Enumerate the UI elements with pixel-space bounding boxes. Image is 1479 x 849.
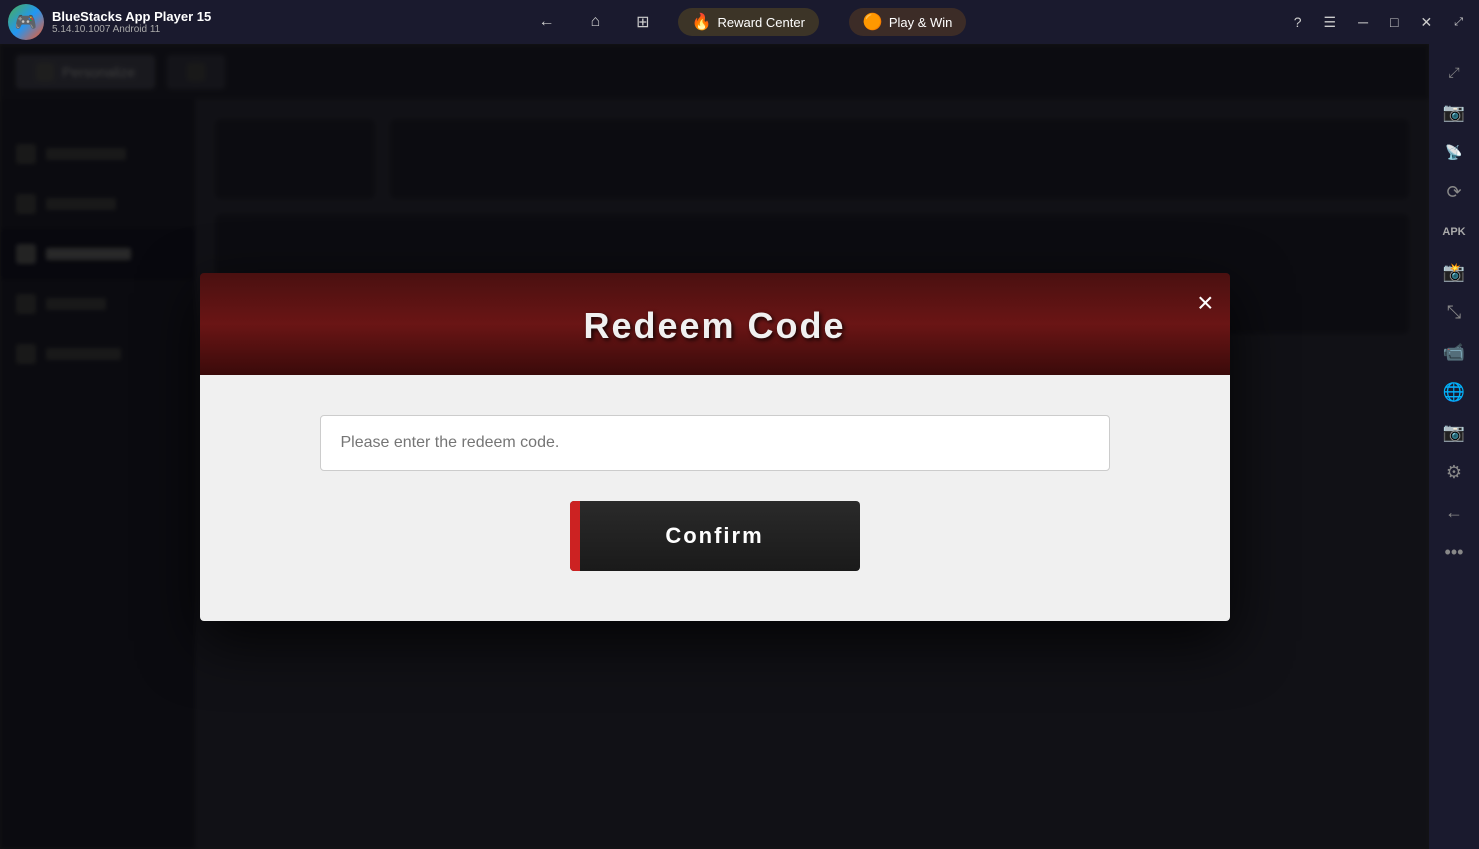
modal-body: Confirm [200,375,1230,621]
reward-center-button[interactable]: 🔥 Reward Center [678,8,819,36]
sidebar-expand-icon[interactable]: ⤢ [1436,54,1472,90]
confirm-button-label: Confirm [665,523,763,549]
sidebar-screenshot-icon[interactable]: 📷 [1436,94,1472,130]
close-button[interactable]: ✕ [1412,10,1440,35]
maximize-button[interactable]: □ [1382,10,1406,34]
menu-button[interactable]: ☰ [1316,10,1345,35]
sidebar-apk-icon[interactable]: APK [1436,214,1472,250]
sidebar-refresh-icon[interactable]: ⟳ [1436,174,1472,210]
home-button[interactable]: ⌂ [582,9,608,35]
modal-overlay: × Redeem Code Confirm [0,44,1429,849]
title-bar: 🎮 BlueStacks App Player 15 5.14.10.1007 … [0,0,1479,44]
help-button[interactable]: ? [1286,10,1310,34]
reward-icon: 🔥 [692,12,712,32]
sidebar-resize-icon[interactable]: ⤡ [1436,294,1472,330]
window-controls: ? ☰ ─ □ ✕ ⤢ [1286,10,1471,35]
app-logo: 🎮 [8,4,44,40]
sidebar-record-icon[interactable]: 📹 [1436,334,1472,370]
sidebar-photo-icon[interactable]: 📸 [1436,254,1472,290]
sidebar-camera2-icon[interactable]: 📷 [1436,414,1472,450]
modal-title: Redeem Code [220,305,1210,347]
sidebar-more-icon[interactable]: ••• [1436,534,1472,570]
modal-header: × Redeem Code [200,273,1230,375]
title-bar-center: ← ⌂ ⊞ 🔥 Reward Center 🟠 Play & Win [211,8,1285,36]
playnwin-icon: 🟠 [863,12,883,32]
app-version: 5.14.10.1007 Android 11 [52,24,211,35]
sidebar-globe-icon[interactable]: 🌐 [1436,374,1472,410]
sidebar-settings-icon[interactable]: ⚙ [1436,454,1472,490]
app-name: BlueStacks App Player 15 [52,9,211,24]
play-and-win-button[interactable]: 🟠 Play & Win [849,8,967,36]
sidebar-camera-icon[interactable]: 📡 [1436,134,1472,170]
tabs-button[interactable]: ⊞ [628,8,657,36]
redeem-code-modal: × Redeem Code Confirm [200,273,1230,621]
reward-center-label: Reward Center [717,15,804,30]
confirm-button-accent [570,501,580,571]
play-and-win-label: Play & Win [889,15,953,30]
sidebar-back-icon[interactable]: ← [1436,494,1472,530]
back-button[interactable]: ← [530,9,562,35]
redeem-code-input[interactable] [320,415,1110,471]
modal-close-button[interactable]: × [1197,289,1213,317]
right-sidebar: ⤢ 📷 📡 ⟳ APK 📸 ⤡ 📹 🌐 📷 ⚙ ← ••• [1429,44,1479,849]
expand-button[interactable]: ⤢ [1446,12,1471,33]
minimize-button[interactable]: ─ [1350,10,1376,34]
confirm-button[interactable]: Confirm [570,501,860,571]
app-info: BlueStacks App Player 15 5.14.10.1007 An… [52,9,211,35]
